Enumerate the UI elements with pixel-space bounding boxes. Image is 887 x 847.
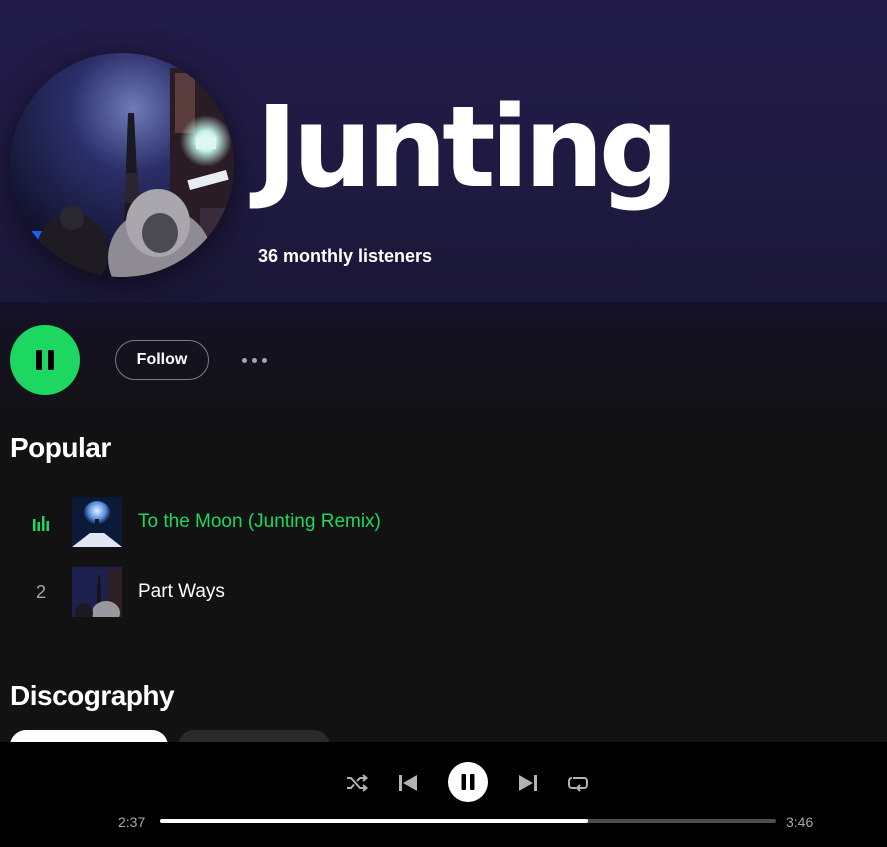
track-row[interactable]: To the Moon (Junting Remix)	[10, 494, 870, 550]
more-dot	[251, 357, 257, 363]
shuffle-button[interactable]	[344, 770, 370, 796]
shuffle-icon	[347, 774, 368, 792]
pause-icon	[36, 350, 54, 370]
more-options-button[interactable]	[234, 345, 274, 375]
artist-avatar	[10, 53, 234, 277]
track-artwork	[72, 497, 122, 547]
monthly-listeners: 36 monthly listeners	[258, 246, 433, 266]
popular-heading: Popular	[10, 432, 111, 463]
progress-bar-fill	[160, 819, 589, 823]
track-row[interactable]: 2 Part Ways	[10, 564, 870, 620]
pause-icon	[461, 774, 475, 790]
track-title[interactable]: Part Ways	[138, 581, 225, 603]
track-artwork	[72, 567, 122, 617]
follow-button[interactable]: Follow	[115, 340, 209, 380]
total-duration: 3:46	[786, 814, 814, 830]
repeat-icon	[568, 777, 588, 792]
previous-icon	[399, 775, 417, 791]
repeat-button[interactable]	[565, 770, 591, 796]
artist-page: Junting 36 monthly listeners Follow Popu…	[0, 0, 887, 847]
elapsed-time: 2:37	[118, 814, 146, 830]
player-pause-button[interactable]	[448, 762, 488, 802]
track-index	[10, 513, 72, 531]
track-title[interactable]: To the Moon (Junting Remix)	[138, 511, 381, 533]
next-icon	[519, 775, 537, 791]
playback-bar	[0, 742, 887, 847]
progress-bar[interactable]	[160, 819, 776, 823]
previous-button[interactable]	[395, 770, 421, 796]
more-dot	[261, 357, 267, 363]
track-index: 2	[35, 581, 46, 602]
now-playing-equalizer-icon	[33, 516, 49, 531]
next-button[interactable]	[515, 770, 541, 796]
artist-name: Junting	[256, 83, 679, 213]
more-dot	[241, 357, 247, 363]
play-pause-button[interactable]	[10, 325, 80, 395]
discography-heading: Discography	[10, 680, 175, 711]
